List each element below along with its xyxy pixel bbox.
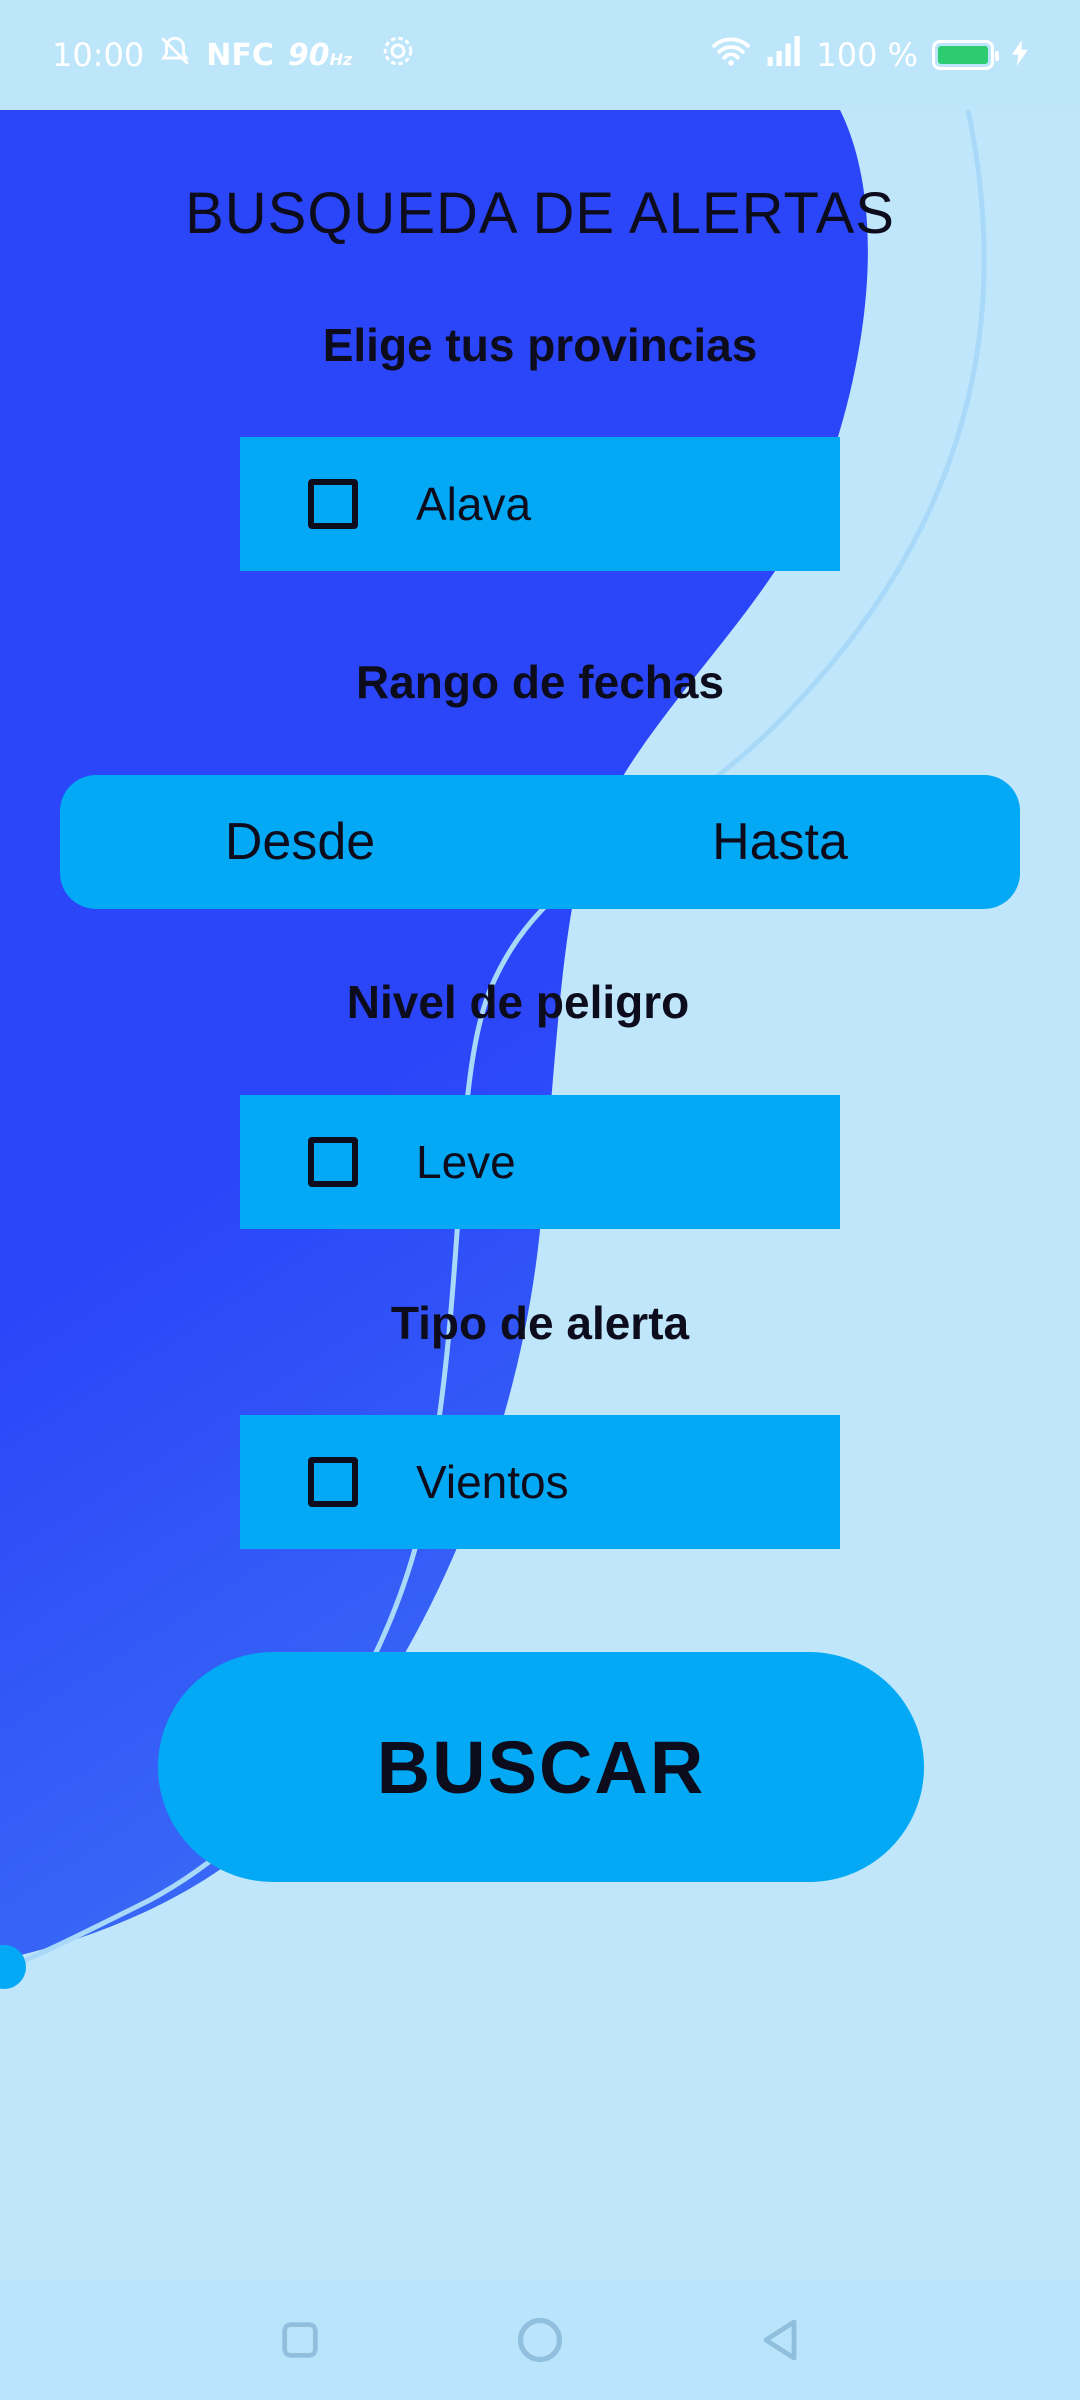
battery-icon — [932, 40, 999, 70]
refresh-rate: 90Hz — [287, 37, 353, 73]
date-range-picker: Desde Hasta — [60, 775, 1020, 909]
danger-option-leve[interactable]: Leve — [240, 1095, 840, 1229]
nfc-label: NFC — [206, 37, 274, 73]
date-to-button[interactable]: Hasta — [540, 775, 1020, 909]
danger-label: Nivel de peligro — [346, 976, 690, 1028]
alert-type-checkbox[interactable] — [308, 1457, 358, 1507]
navigation-bar — [0, 2280, 1080, 2400]
page-title: BUSQUEDA DE ALERTAS — [185, 181, 895, 246]
settings-icon — [380, 33, 416, 77]
status-bar: 10:00 NFC 90Hz 100 % — [0, 0, 1080, 110]
alarm-off-icon — [158, 34, 192, 76]
back-icon[interactable] — [750, 2310, 810, 2370]
alert-type-option-label: Vientos — [416, 1456, 569, 1508]
charging-icon — [1012, 36, 1028, 74]
danger-checkbox[interactable] — [308, 1137, 358, 1187]
home-icon[interactable] — [510, 2310, 570, 2370]
alert-type-option-vientos[interactable]: Vientos — [240, 1415, 840, 1549]
danger-option-label: Leve — [416, 1136, 516, 1188]
dates-label: Rango de fechas — [355, 656, 725, 708]
search-button[interactable]: BUSCAR — [158, 1652, 924, 1882]
province-option-label: Alava — [416, 478, 532, 530]
wifi-icon — [710, 34, 752, 76]
alert-type-label: Tipo de alerta — [390, 1297, 690, 1349]
status-time: 10:00 — [52, 36, 145, 74]
signal-icon — [766, 36, 802, 74]
provinces-label: Elige tus provincias — [322, 319, 758, 371]
search-form: BUSQUEDA DE ALERTAS Elige tus provincias… — [0, 0, 1080, 2400]
battery-percent: 100 % — [816, 36, 918, 74]
province-checkbox[interactable] — [308, 479, 358, 529]
date-from-button[interactable]: Desde — [60, 775, 540, 909]
status-left: 10:00 NFC 90Hz — [52, 33, 416, 77]
status-right: 100 % — [710, 34, 1028, 76]
recent-apps-icon[interactable] — [270, 2310, 330, 2370]
province-option-alava[interactable]: Alava — [240, 437, 840, 571]
